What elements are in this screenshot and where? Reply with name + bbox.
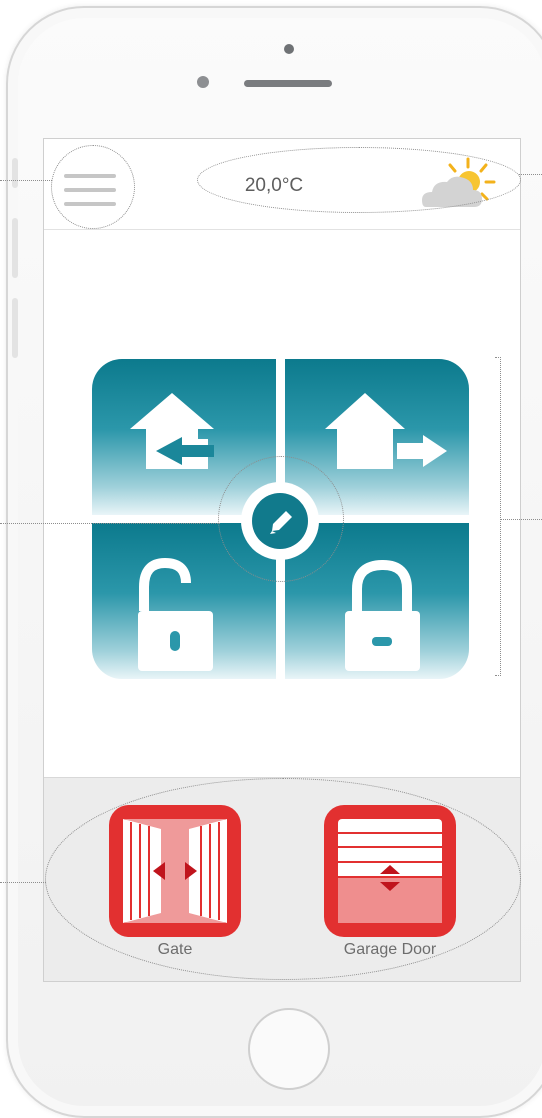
devices-callout-line — [0, 882, 46, 883]
grid-callout-bracket — [495, 357, 501, 676]
proximity-sensor — [197, 76, 209, 88]
edit-callout-ring — [218, 456, 344, 582]
edit-callout-line — [0, 523, 220, 524]
silent-switch — [12, 158, 18, 188]
front-camera — [284, 44, 294, 54]
volume-down-button — [12, 298, 18, 358]
devices-callout-ring — [45, 778, 521, 980]
menu-callout-line — [0, 180, 52, 181]
header-callout-line — [519, 174, 542, 175]
home-button[interactable] — [248, 1008, 330, 1090]
menu-callout-ring — [51, 145, 135, 229]
grid-callout-line — [500, 519, 542, 520]
header-callout-ring — [197, 147, 521, 213]
volume-up-button — [12, 218, 18, 278]
earpiece-speaker — [244, 80, 332, 87]
